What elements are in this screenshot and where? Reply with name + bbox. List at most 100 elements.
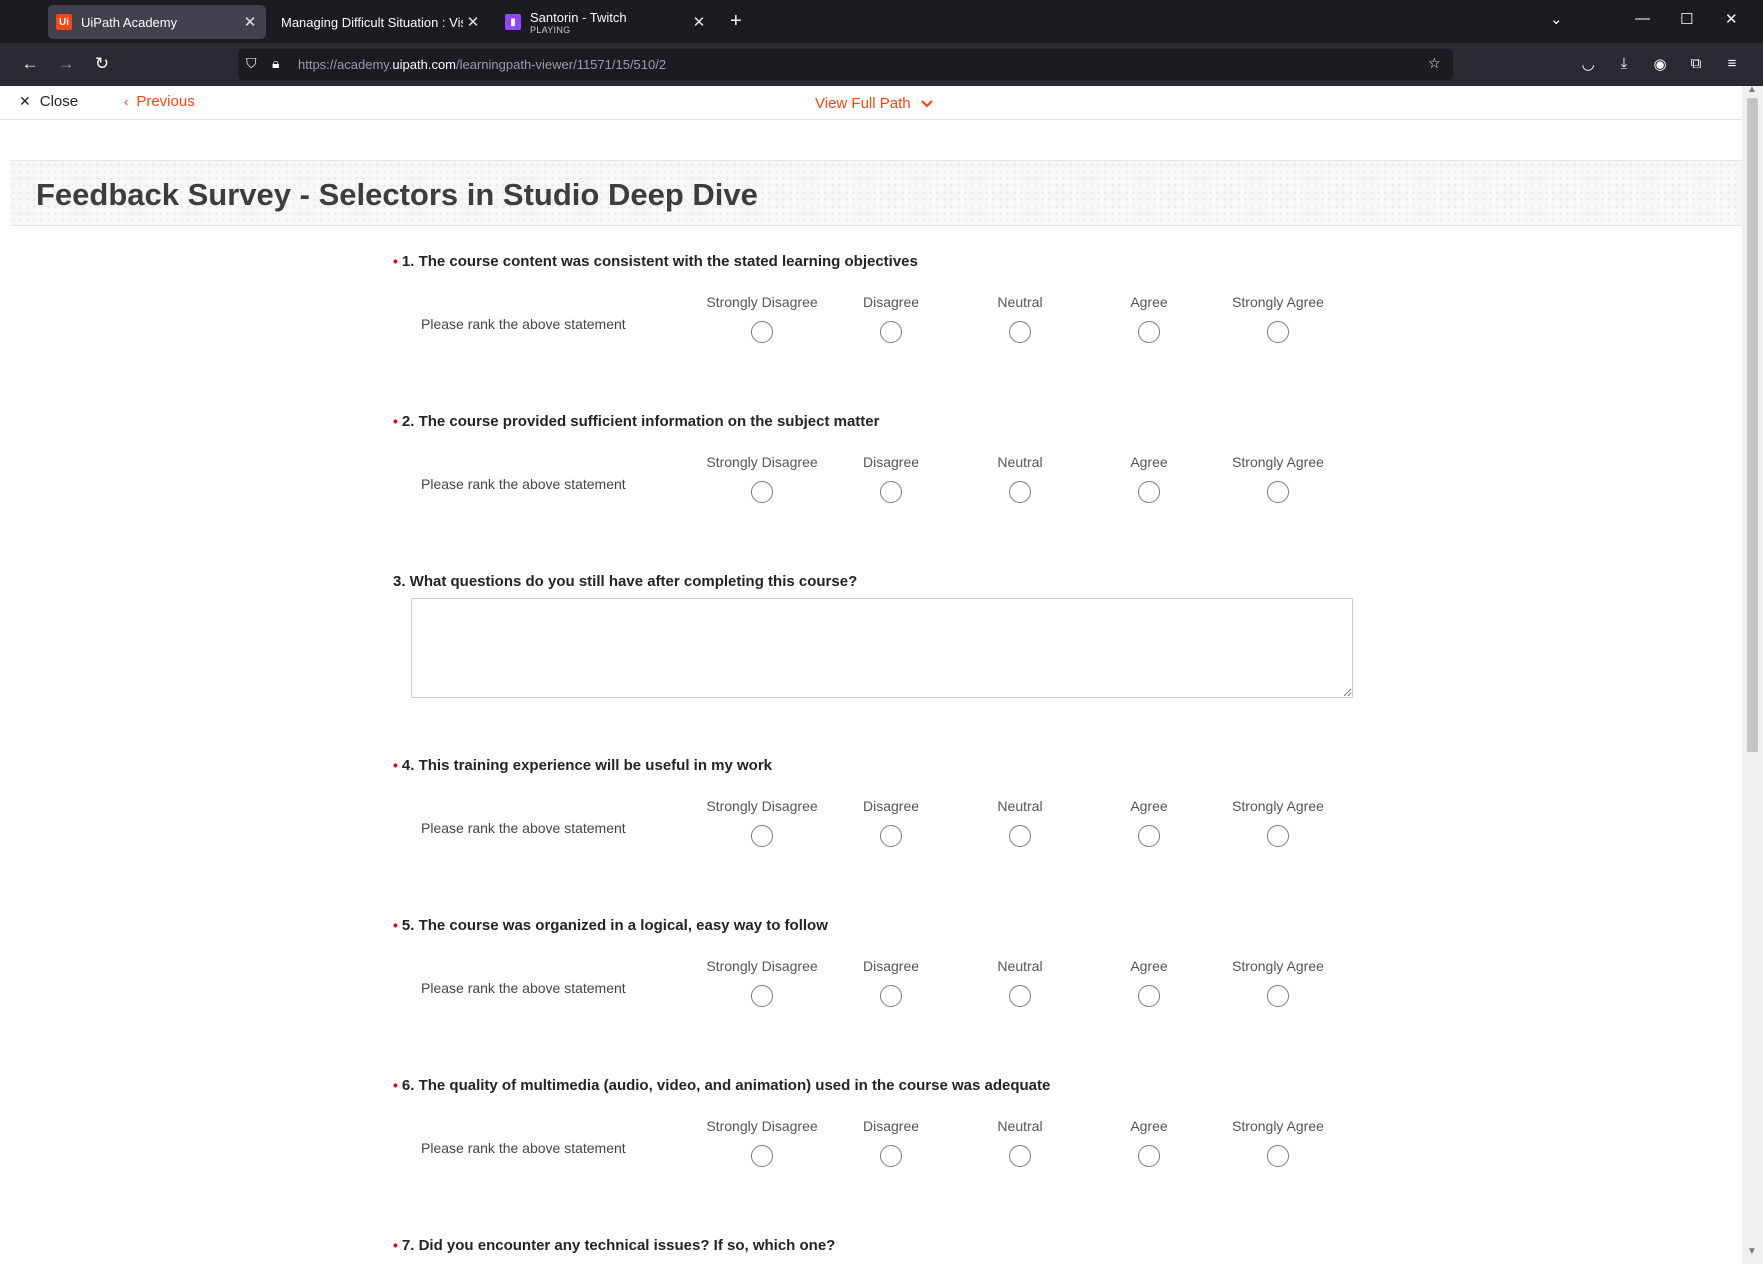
reload-icon[interactable]: ↻ [92,54,112,74]
option-label: Agree [1130,294,1168,310]
chevron-left-icon: ‹ [124,94,129,109]
tab-twitch[interactable]: ▮ Santorin - Twitch PLAYING ✕ [497,5,715,39]
radio-disagree[interactable] [880,985,902,1007]
option-disagree: Disagree [826,294,956,343]
radio-strongly-disagree[interactable] [751,825,773,847]
row-label: Please rank the above statement [421,476,626,492]
radio-disagree[interactable] [880,1145,902,1167]
shield-icon[interactable]: ⛉ [246,55,257,72]
browser-tab-bar: Ui UiPath Academy ✕ Managing Difficult S… [0,0,1763,43]
radio-disagree[interactable] [880,481,902,503]
likert-scale: Please rank the above statement Strongly… [393,934,1373,1014]
question-title: • 7. Did you encounter any technical issu… [393,1237,835,1254]
option-disagree: Disagree [826,1118,956,1167]
close-tab-icon[interactable]: ✕ [240,13,260,31]
page-scrollbar[interactable]: ▲ ▼ [1742,84,1763,1264]
close-tab-icon[interactable]: ✕ [463,13,483,31]
option-label: Strongly Agree [1232,958,1324,974]
pocket-icon[interactable]: ◡ [1578,55,1598,73]
scroll-up-arrow-icon[interactable]: ▲ [1747,84,1757,95]
option-strongly-agree: Strongly Agree [1213,454,1343,503]
option-label: Disagree [862,454,920,470]
likert-scale: Please rank the above statement Strongly… [393,774,1373,854]
radio-strongly-disagree[interactable] [751,481,773,503]
question-text: 3. What questions do you still have afte… [393,573,858,590]
answer-textarea[interactable] [411,598,1353,698]
option-strongly-agree: Strongly Agree [1213,798,1343,847]
url-text[interactable]: https://academy.uipath.com/learningpath-… [298,57,666,72]
radio-strongly-agree[interactable] [1267,985,1289,1007]
radio-neutral[interactable] [1009,825,1031,847]
option-label: Disagree [862,798,920,814]
radio-agree[interactable] [1138,985,1160,1007]
close-tab-icon[interactable]: ✕ [689,13,709,31]
window-close-icon[interactable]: ✕ [1725,10,1738,28]
scroll-down-arrow-icon[interactable]: ▼ [1747,1246,1757,1257]
close-button[interactable]: ✕ Close [19,93,78,110]
view-full-path-button[interactable]: View Full Path [815,95,933,112]
scrollbar-thumb[interactable] [1747,98,1758,752]
course-top-nav: ✕ Close ‹ Previous View Full Path [0,86,1742,120]
extensions-icon[interactable]: ⧉ [1686,55,1706,72]
back-icon[interactable]: ← [20,54,40,74]
radio-strongly-agree[interactable] [1267,321,1289,343]
option-label: Neutral [997,798,1043,814]
radio-agree[interactable] [1138,321,1160,343]
tab-managing-difficult[interactable]: Managing Difficult Situation : Visual ✕ [272,5,489,39]
radio-neutral[interactable] [1009,321,1031,343]
option-label: Neutral [997,454,1043,470]
row-label: Please rank the above statement [421,1140,626,1156]
option-disagree: Disagree [826,454,956,503]
downloads-icon[interactable]: ⤓ [1614,55,1634,72]
menu-icon[interactable]: ≡ [1722,55,1742,72]
radio-disagree[interactable] [880,825,902,847]
radio-neutral[interactable] [1009,985,1031,1007]
bookmark-star-icon[interactable]: ☆ [1428,55,1441,72]
radio-agree[interactable] [1138,825,1160,847]
radio-strongly-agree[interactable] [1267,481,1289,503]
option-neutral: Neutral [955,798,1085,847]
view-full-path-label: View Full Path [815,95,911,112]
list-tabs-icon[interactable]: ⌄ [1550,10,1563,28]
option-strongly-disagree: Strongly Disagree [697,1118,827,1167]
radio-neutral[interactable] [1009,481,1031,503]
question-title: • 4. This training experience will be use… [393,757,1373,774]
maximize-icon[interactable]: ☐ [1680,10,1693,28]
tab-subtitle: PLAYING [530,24,571,35]
option-label: Agree [1130,454,1168,470]
radio-strongly-agree[interactable] [1267,1145,1289,1167]
forward-icon[interactable]: → [56,54,76,74]
radio-strongly-disagree[interactable] [751,1145,773,1167]
question-5: • 5. The course was organized in a logica… [393,917,1373,1014]
account-icon[interactable]: ◉ [1650,55,1670,73]
address-bar[interactable]: ⛉ 🔒︎ https://academy.uipath.com/learning… [238,49,1453,80]
previous-button[interactable]: ‹ Previous [124,93,195,110]
minimize-icon[interactable]: — [1635,10,1650,27]
option-label: Disagree [862,294,920,310]
tab-uipath-academy[interactable]: Ui UiPath Academy ✕ [48,5,266,39]
question-title: • 2. The course provided sufficient infor… [393,413,1373,430]
required-marker: • [393,413,398,429]
chevron-down-icon [920,99,933,108]
radio-strongly-disagree[interactable] [751,321,773,343]
option-label: Agree [1130,958,1168,974]
close-label: Close [39,93,79,110]
row-label: Please rank the above statement [421,820,626,836]
option-agree: Agree [1084,454,1214,503]
radio-neutral[interactable] [1009,1145,1031,1167]
lock-icon[interactable]: 🔒︎ [272,55,279,72]
question-title: • 5. The course was organized in a logica… [393,917,1373,934]
question-2: • 2. The course provided sufficient infor… [393,413,1373,510]
question-title: • 6. The quality of multimedia (audio, vi… [393,1077,1373,1094]
radio-agree[interactable] [1138,1145,1160,1167]
option-disagree: Disagree [826,958,956,1007]
radio-strongly-disagree[interactable] [751,985,773,1007]
radio-disagree[interactable] [880,321,902,343]
question-6: • 6. The quality of multimedia (audio, vi… [393,1077,1373,1174]
option-agree: Agree [1084,1118,1214,1167]
radio-strongly-agree[interactable] [1267,825,1289,847]
question-text: 2. The course provided sufficient inform… [401,413,880,430]
new-tab-icon[interactable]: + [730,10,742,33]
radio-agree[interactable] [1138,481,1160,503]
required-marker: • [393,917,398,933]
